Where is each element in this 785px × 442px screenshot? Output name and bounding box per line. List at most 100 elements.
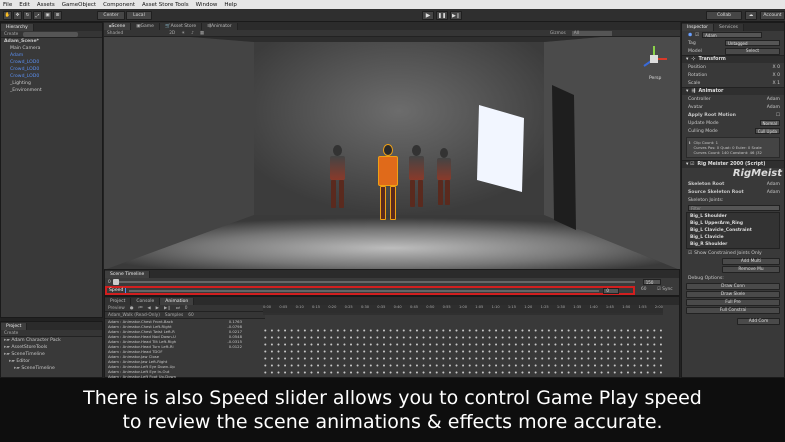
tab-services[interactable]: Services bbox=[714, 24, 744, 31]
move-tool-icon[interactable]: ✥ bbox=[13, 11, 22, 20]
hand-tool-icon[interactable]: ✋ bbox=[3, 11, 12, 20]
property-value[interactable]: 0.0122 bbox=[229, 344, 242, 349]
transform-header[interactable]: ▾ ⊹ Transform bbox=[682, 55, 784, 63]
full-constraint-button[interactable]: Full Constrai bbox=[686, 307, 780, 314]
skeleton-root-field[interactable]: Adam bbox=[767, 182, 780, 187]
full-preview-button[interactable]: Full Pre bbox=[686, 299, 780, 306]
audio-toggle-icon[interactable]: ♪ bbox=[191, 31, 194, 36]
hierarchy-item[interactable]: Adam bbox=[1, 52, 102, 59]
tab-animation[interactable]: Animation bbox=[160, 298, 195, 305]
object-name-field[interactable]: Adam bbox=[702, 32, 763, 38]
project-create-button[interactable]: Create bbox=[4, 331, 18, 336]
effects-toggle-icon[interactable]: ▦ bbox=[200, 31, 204, 36]
filter-input[interactable]: Filter bbox=[688, 205, 780, 211]
model-select-button[interactable]: Select bbox=[725, 47, 780, 55]
tab-scene-timeline[interactable]: Scene Timeline bbox=[105, 271, 151, 278]
joint-item[interactable]: Big_L Clavicle_Constraint bbox=[687, 227, 779, 234]
account-button[interactable]: Account bbox=[760, 11, 785, 20]
scene-view[interactable]: Persp bbox=[104, 30, 680, 270]
persp-label[interactable]: Persp bbox=[649, 76, 661, 81]
rig-meister-header[interactable]: ▾ ☑ Rig Meister 2000 (Script) bbox=[682, 160, 784, 168]
play-anim-icon[interactable]: ▶ bbox=[156, 306, 159, 311]
joint-item[interactable]: Big_R Shoulder bbox=[687, 241, 779, 248]
pivot-center-button[interactable]: Center bbox=[97, 11, 125, 20]
hierarchy-item[interactable]: Crowd_LOD0 bbox=[1, 66, 102, 73]
animator-header[interactable]: ▾ ⇶ Animator bbox=[682, 87, 784, 95]
joint-item[interactable]: Big_L Shoulder bbox=[687, 213, 779, 220]
animation-time-ruler[interactable]: 0:00 0:05 0:10 0:15 0:20 0:25 0:30 0:35 0:40 0:45… bbox=[263, 305, 663, 313]
transform-tool-icon[interactable]: ⊞ bbox=[53, 11, 62, 20]
draw-connections-button[interactable]: Draw Conn bbox=[686, 283, 780, 290]
clip-select[interactable]: Adam_Walk (Read-Only) bbox=[108, 313, 160, 318]
hierarchy-item[interactable]: _Environment bbox=[1, 87, 102, 94]
tab-hierarchy[interactable]: Hierarchy bbox=[1, 24, 34, 31]
culling-select[interactable]: Cull Upda bbox=[754, 128, 780, 134]
fps-field[interactable]: 60 bbox=[641, 287, 646, 292]
menu-window[interactable]: Window bbox=[196, 2, 218, 8]
menu-asset-store-tools[interactable]: Asset Store Tools bbox=[142, 2, 189, 8]
hierarchy-item[interactable]: Main Camera bbox=[1, 45, 102, 52]
lighting-toggle-icon[interactable]: ☀ bbox=[181, 31, 185, 36]
tab-animator[interactable]: ⇶ Animator bbox=[202, 23, 238, 30]
avatar-field[interactable]: Adam bbox=[767, 105, 780, 110]
shading-mode-select[interactable]: Shaded bbox=[107, 31, 123, 36]
timeline-end-field[interactable]: 150 bbox=[642, 279, 661, 285]
root-motion-checkbox[interactable]: ☐ bbox=[776, 113, 780, 118]
record-icon[interactable]: ● bbox=[130, 306, 134, 311]
animation-keyframes[interactable] bbox=[262, 326, 662, 378]
tag-select[interactable]: Untagged bbox=[725, 40, 780, 46]
preview-toggle[interactable]: Preview bbox=[108, 306, 125, 311]
first-key-icon[interactable]: ⏮ bbox=[138, 306, 142, 311]
cloud-icon[interactable]: ☁ bbox=[745, 11, 757, 20]
menu-assets[interactable]: Assets bbox=[37, 2, 55, 8]
joint-item[interactable]: Big_L Clavicle bbox=[687, 234, 779, 241]
2d-toggle[interactable]: 2D bbox=[169, 31, 175, 36]
project-item[interactable]: ▸▰ SceneTimeline bbox=[1, 351, 102, 358]
menu-help[interactable]: Help bbox=[224, 2, 237, 8]
draw-skeleton-button[interactable]: Draw Skele bbox=[686, 291, 780, 298]
menu-file[interactable]: File bbox=[3, 2, 12, 8]
project-item[interactable]: ▸▰ SceneTimeline bbox=[1, 365, 102, 372]
scale-x-field[interactable]: X 1 bbox=[772, 81, 780, 86]
speed-slider-track[interactable] bbox=[129, 289, 600, 292]
tab-project-left[interactable]: Project bbox=[1, 323, 28, 330]
pivot-local-button[interactable]: Local bbox=[126, 11, 152, 20]
project-item[interactable]: ▸▰ Adam Character Pack bbox=[1, 337, 102, 344]
menu-component[interactable]: Component bbox=[103, 2, 135, 8]
project-item[interactable]: ▸▰ AssetStoreTools bbox=[1, 344, 102, 351]
update-mode-select[interactable]: Normal bbox=[759, 120, 780, 126]
hierarchy-item[interactable]: _Lighting bbox=[1, 80, 102, 87]
tab-inspector[interactable]: Inspector bbox=[682, 24, 714, 31]
tab-game[interactable]: ▣ Game bbox=[131, 23, 160, 30]
play-icon[interactable]: ▶ bbox=[422, 11, 434, 20]
frame-field[interactable]: 0 bbox=[185, 306, 188, 311]
constrained-checkbox[interactable]: ☑ bbox=[688, 251, 692, 256]
orientation-gizmo[interactable] bbox=[639, 44, 669, 74]
timeline-scrub-track[interactable] bbox=[112, 279, 635, 285]
hierarchy-item[interactable]: Crowd_LOD0 bbox=[1, 73, 102, 80]
controller-field[interactable]: Adam bbox=[767, 97, 780, 102]
scene-search-input[interactable]: All bbox=[571, 30, 612, 36]
speed-slider-handle[interactable] bbox=[125, 288, 127, 293]
sync-toggle[interactable]: ☑ Sync bbox=[657, 287, 673, 292]
pause-icon[interactable]: ❚❚ bbox=[436, 11, 448, 20]
menu-gameobject[interactable]: GameObject bbox=[62, 2, 96, 8]
add-multi-button[interactable]: Add Multi bbox=[722, 258, 780, 265]
timeline-scrub-handle[interactable] bbox=[112, 279, 119, 285]
step-icon[interactable]: ▶❙ bbox=[450, 11, 462, 20]
joint-item[interactable]: Big_L UpperArm_Ring bbox=[687, 220, 779, 227]
tab-console[interactable]: Console bbox=[131, 298, 161, 305]
hierarchy-search-input[interactable] bbox=[23, 31, 79, 37]
add-component-button[interactable]: Add Com bbox=[737, 318, 780, 325]
hierarchy-create-button[interactable]: Create bbox=[4, 32, 18, 37]
tab-scene[interactable]: ⌗ Scene bbox=[104, 23, 132, 30]
gizmos-select[interactable]: Gizmos bbox=[550, 31, 566, 36]
remove-multi-button[interactable]: Remove Mu bbox=[722, 266, 780, 273]
last-key-icon[interactable]: ⏭ bbox=[176, 306, 180, 311]
position-x-field[interactable]: X 0 bbox=[772, 65, 780, 70]
hierarchy-item[interactable]: Adam_Scene* bbox=[1, 38, 102, 45]
next-key-icon[interactable]: ▶❙ bbox=[164, 306, 171, 311]
source-root-field[interactable]: Adam bbox=[767, 190, 780, 195]
collab-button[interactable]: Collab bbox=[706, 11, 742, 20]
rotation-x-field[interactable]: X 0 bbox=[772, 73, 780, 78]
